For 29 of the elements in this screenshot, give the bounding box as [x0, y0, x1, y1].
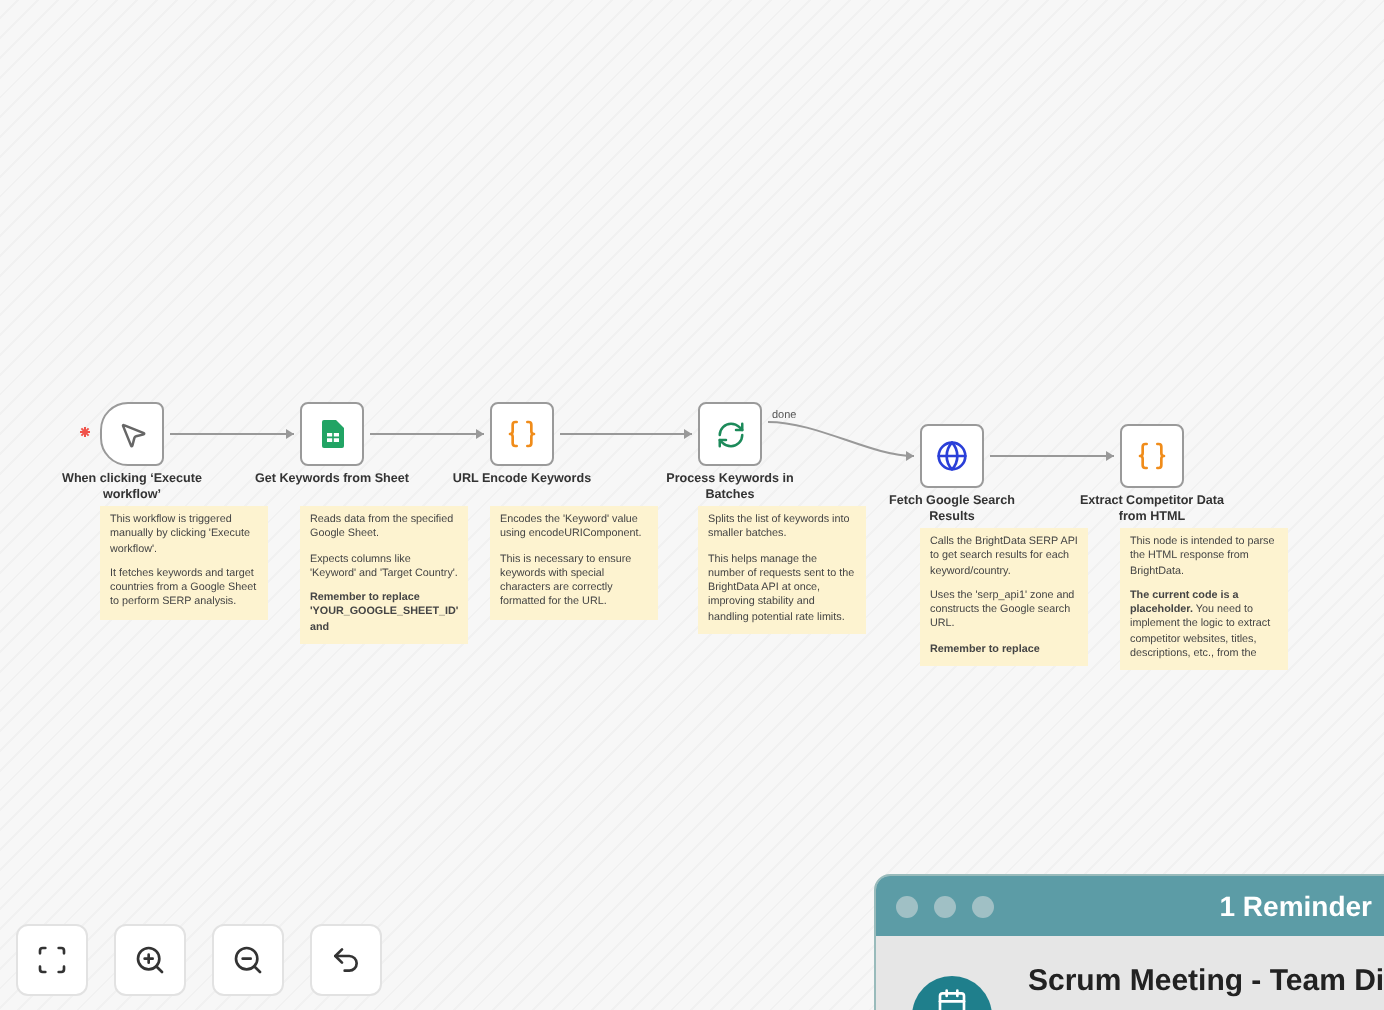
connector-arrow	[559, 429, 693, 439]
undo-icon	[330, 944, 362, 976]
workflow-node[interactable]	[698, 402, 762, 466]
undo-button[interactable]	[310, 924, 382, 996]
connector-arrow	[989, 451, 1115, 461]
zoom-in-button[interactable]	[114, 924, 186, 996]
workflow-node[interactable]	[490, 402, 554, 466]
window-control[interactable]	[972, 895, 994, 917]
workflow-node[interactable]	[920, 424, 984, 488]
fit-button[interactable]	[16, 924, 88, 996]
event-title: Scrum Meeting - Team Di	[1028, 964, 1384, 1002]
connector-arrow	[369, 429, 485, 439]
cursor-icon	[117, 419, 147, 449]
workflow-node[interactable]	[100, 402, 164, 466]
braces-icon	[1136, 440, 1168, 472]
spreadsheet-icon	[321, 420, 343, 448]
globe-icon	[936, 440, 968, 472]
connector-arrow	[169, 429, 295, 439]
workflow-node[interactable]	[1120, 424, 1184, 488]
fit-view-icon	[36, 944, 68, 976]
zoom-out-button[interactable]	[212, 924, 284, 996]
refresh-icon	[715, 419, 745, 449]
window-title: 1 Reminder	[1219, 890, 1372, 922]
workflow-node[interactable]	[300, 402, 364, 466]
zoom-out-icon	[232, 944, 264, 976]
window-control[interactable]	[896, 895, 918, 917]
window-control[interactable]	[934, 895, 956, 917]
zoom-in-icon	[134, 944, 166, 976]
braces-icon	[506, 418, 538, 450]
